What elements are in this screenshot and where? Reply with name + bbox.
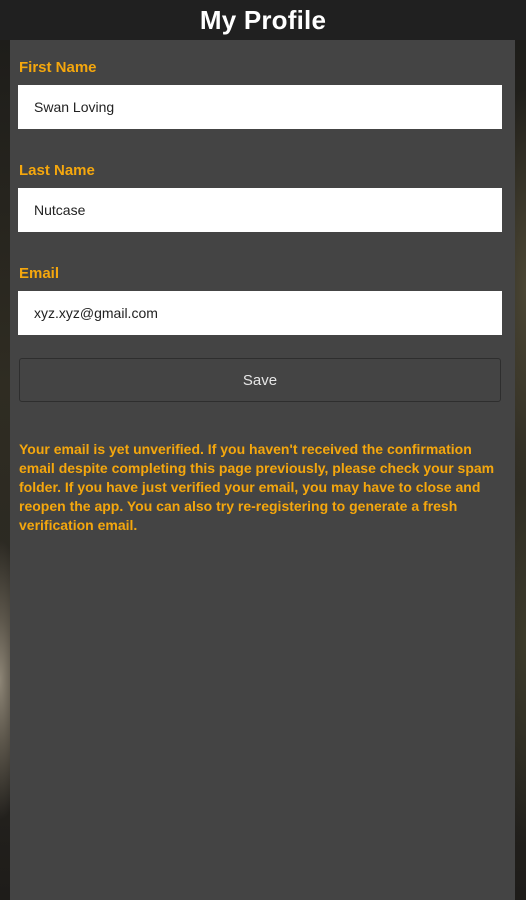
last-name-field[interactable] xyxy=(18,188,502,232)
first-name-field[interactable] xyxy=(18,85,502,129)
email-label: Email xyxy=(19,265,60,282)
last-name-label: Last Name xyxy=(19,162,95,179)
save-button[interactable]: Save xyxy=(19,358,501,402)
page-title: My Profile xyxy=(199,4,327,35)
email-unverified-notice: Your email is yet unverified. If you hav… xyxy=(19,441,495,533)
app-header: My Profile xyxy=(0,0,526,40)
email-field[interactable] xyxy=(18,291,502,335)
first-name-label: First Name xyxy=(19,59,97,76)
profile-form-panel: First Name Last Name Email Save Your ema… xyxy=(10,40,515,900)
